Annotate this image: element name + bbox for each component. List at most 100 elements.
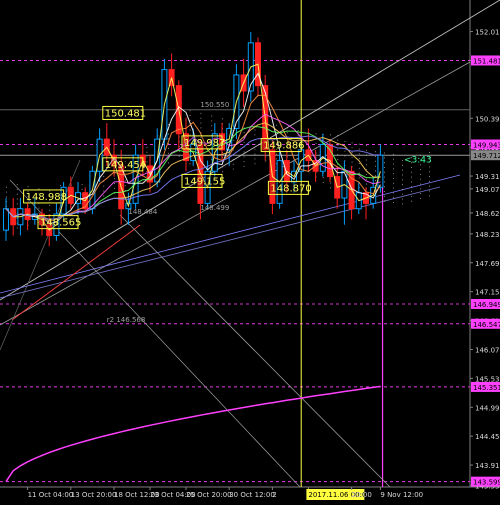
cloud-dot bbox=[393, 202, 394, 204]
cloud-dot bbox=[420, 178, 421, 180]
cloud-dot bbox=[384, 195, 385, 197]
trendline bbox=[11, 224, 141, 321]
cloud-dot bbox=[366, 149, 367, 151]
cloud-dot bbox=[16, 203, 18, 205]
cloud-dot bbox=[384, 162, 385, 164]
candle-body bbox=[3, 208, 9, 231]
cloud-dot bbox=[384, 176, 385, 178]
cloud-dot bbox=[429, 171, 430, 173]
small-label: 150.550 bbox=[200, 101, 229, 109]
cloud-dot bbox=[411, 186, 412, 188]
boxed-label-text: 149.454 bbox=[105, 160, 146, 171]
cloud-dot bbox=[393, 163, 394, 165]
cloud-dot bbox=[344, 141, 346, 143]
cloud-dot bbox=[16, 184, 18, 186]
cloud-dot bbox=[114, 187, 115, 189]
price-axis-badge-text: 146.547 bbox=[473, 321, 500, 329]
price-tick-label: 148.230 bbox=[475, 231, 500, 239]
boxed-price-label: 148.870 bbox=[267, 180, 312, 195]
cloud-dot bbox=[114, 178, 115, 180]
cloud-dot bbox=[211, 115, 213, 117]
boxed-label-text: 148.988 bbox=[26, 192, 67, 203]
forex-chart[interactable]: 150.481 149.987 149.454 149.155 148.988 148.5… bbox=[0, 0, 500, 501]
cloud-dot bbox=[189, 129, 191, 131]
cloud-dot bbox=[429, 151, 430, 153]
cloud-dot bbox=[429, 180, 430, 182]
price-tick-label: 150.390 bbox=[475, 115, 500, 123]
small-label: 148.499 bbox=[200, 204, 229, 212]
cloud-dot bbox=[393, 153, 394, 155]
cloud-dot bbox=[411, 195, 412, 197]
cloud-dot bbox=[103, 190, 105, 192]
cloud-dot bbox=[254, 153, 256, 155]
cloud-dot bbox=[358, 177, 360, 179]
price-tick-label: 149.310 bbox=[475, 173, 500, 181]
cloud-dot bbox=[232, 168, 234, 170]
price-tick-label: 152.010 bbox=[475, 29, 500, 37]
cloud-dot bbox=[330, 187, 331, 189]
cloud-dot bbox=[402, 184, 403, 186]
cloud-dot bbox=[411, 191, 412, 193]
cloud-dot bbox=[393, 197, 394, 199]
cloud-dot bbox=[366, 145, 367, 147]
price-axis: 152.010151.470150.390149.850149.310149.0… bbox=[470, 29, 500, 490]
cloud-dot bbox=[146, 146, 148, 148]
cloud-dot bbox=[27, 186, 29, 188]
cloud-dot bbox=[222, 118, 223, 120]
cloud-dot bbox=[358, 167, 360, 169]
cloud-dot bbox=[337, 154, 339, 156]
cloud-dot bbox=[366, 159, 367, 161]
cloud-dot bbox=[6, 186, 7, 188]
cloud-dot bbox=[402, 164, 403, 166]
cloud-dot bbox=[358, 162, 360, 164]
cloud-dot bbox=[402, 198, 403, 200]
cloud-dot bbox=[38, 207, 40, 209]
cloud-dot bbox=[351, 142, 353, 144]
cloud-dot bbox=[366, 154, 367, 156]
cloud-dot bbox=[420, 198, 421, 200]
cloud-dot bbox=[211, 120, 213, 122]
cloud-dot bbox=[337, 149, 339, 151]
cloud-dot bbox=[254, 163, 256, 165]
cloud-dot bbox=[315, 147, 317, 149]
price-tick-label: 148.620 bbox=[475, 210, 500, 218]
cloud-dot bbox=[429, 195, 430, 197]
cloud-dot bbox=[384, 157, 385, 159]
cloud-dot bbox=[351, 147, 353, 149]
cloud-dot bbox=[322, 181, 324, 183]
cloud-dot bbox=[337, 158, 339, 160]
cloud-dot bbox=[366, 173, 367, 175]
cloud-dot bbox=[351, 156, 353, 158]
cloud-dot bbox=[337, 144, 339, 146]
cloud-dot bbox=[375, 170, 376, 172]
cloud-dot bbox=[254, 143, 256, 145]
cloud-dot bbox=[420, 173, 421, 175]
time-tick-label: 13 Oct 20:00 bbox=[71, 491, 117, 499]
boxed-price-label: 149.987 bbox=[181, 135, 225, 150]
cloud-dot bbox=[232, 139, 234, 141]
cloud-dot bbox=[243, 165, 245, 167]
cloud-dot bbox=[344, 150, 346, 152]
chart-canvas[interactable]: 150.481 149.987 149.454 149.155 148.988 148.5… bbox=[0, 0, 500, 501]
cloud-dot bbox=[16, 198, 18, 200]
cloud-dot bbox=[168, 133, 169, 135]
boxed-label-text: 149.886 bbox=[263, 141, 304, 152]
cloud-dot bbox=[375, 165, 376, 167]
cloud-dot bbox=[375, 180, 376, 182]
cloud-dot bbox=[265, 160, 267, 162]
cloud-dot bbox=[49, 209, 51, 211]
cloud-dot bbox=[384, 186, 385, 188]
cloud-dot bbox=[189, 115, 191, 117]
cloud-dot bbox=[322, 177, 324, 179]
cloud-dot bbox=[286, 127, 288, 129]
cloud-dot bbox=[232, 163, 234, 165]
cloud-dot bbox=[189, 110, 191, 112]
cloud-dot bbox=[189, 119, 191, 121]
time-tick-label: 30 Oct 12:00 bbox=[229, 491, 275, 499]
cloud-dot bbox=[393, 158, 394, 160]
price-axis-badge-text: 149.712 bbox=[473, 152, 500, 160]
cloud-dot bbox=[420, 183, 421, 185]
countdown-timer: <3:43 bbox=[404, 155, 432, 165]
cloud-dot bbox=[384, 191, 385, 193]
cloud-dot bbox=[178, 155, 180, 157]
